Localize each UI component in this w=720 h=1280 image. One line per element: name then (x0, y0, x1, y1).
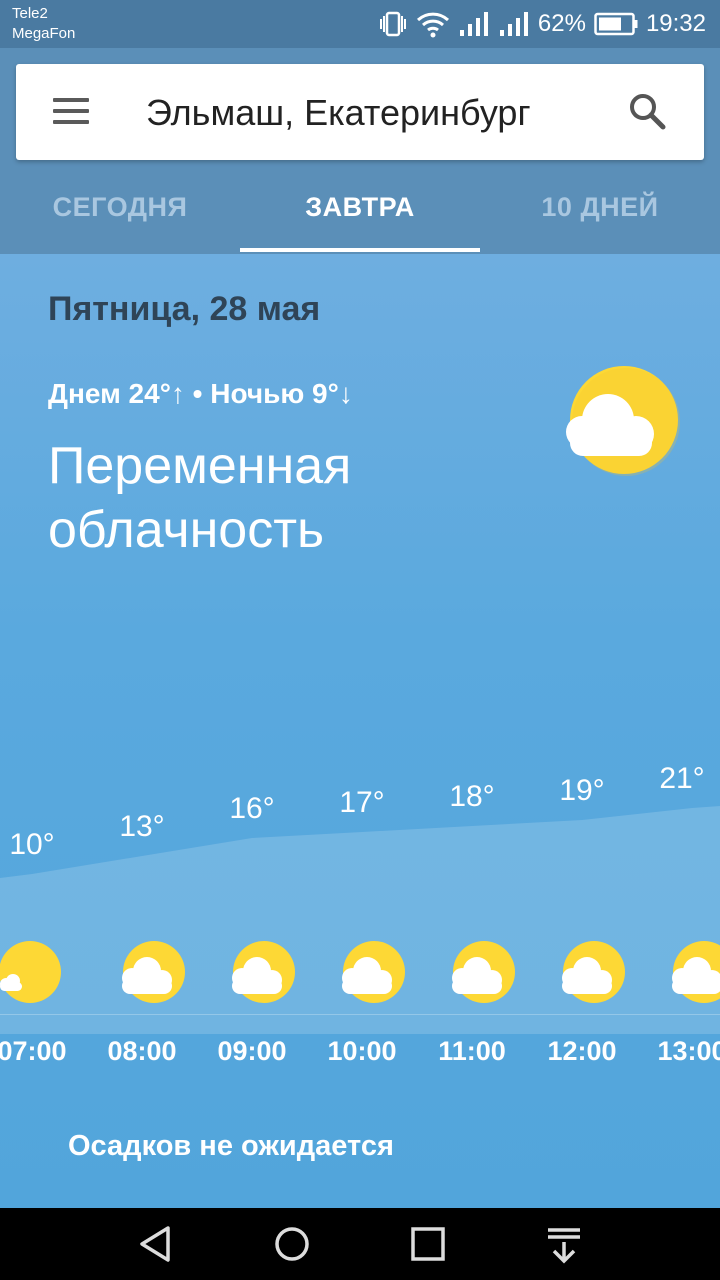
hour-time[interactable]: 10:00 (302, 1036, 422, 1067)
partly-cloudy-icon (668, 938, 720, 1011)
partly-cloudy-icon (228, 938, 296, 1011)
location-title[interactable]: Эльмаш, Екатеринбург (146, 92, 531, 134)
hour-time[interactable]: 07:00 (0, 1036, 92, 1067)
forecast-date: Пятница, 28 мая (48, 290, 321, 328)
carrier-info: Tele2 MegaFon (12, 4, 75, 44)
wifi-icon (416, 10, 450, 38)
vibrate-icon (378, 10, 408, 38)
status-bar: Tele2 MegaFon 62% 19:32 (0, 0, 720, 48)
recents-icon (411, 1227, 445, 1261)
day-tabs: СЕГОДНЯ ЗАВТРА 10 ДНЕЙ (0, 178, 720, 254)
hour-temp-label: 16° (229, 792, 274, 825)
search-card[interactable]: Эльмаш, Екатеринбург (16, 64, 704, 160)
recents-button[interactable] (408, 1224, 448, 1264)
signal-icon-2 (498, 10, 530, 38)
partly-cloudy-icon (338, 938, 406, 1011)
hour-temp-label: 13° (119, 810, 164, 843)
hour-time[interactable]: 11:00 (412, 1036, 532, 1067)
hour-time[interactable]: 08:00 (82, 1036, 202, 1067)
pull-down-icon (548, 1228, 580, 1264)
carrier-1: Tele2 (12, 5, 48, 22)
weather-condition: Переменная облачность (48, 437, 352, 559)
hour-temp-label: 10° (9, 828, 54, 861)
precipitation-note: Осадков не ожидается (68, 1130, 394, 1162)
hour-temp-label: 17° (339, 786, 384, 819)
back-icon (140, 1226, 170, 1262)
hourly-forecast[interactable]: 07:00 08:00 09:00 10:00 11:00 12:00 13:00 (0, 930, 720, 1090)
hour-temp-label: 19° (559, 774, 604, 807)
sun-icon (0, 938, 64, 1011)
hi-lo-temps: Днем 24°↑ • Ночью 9°↓ (48, 378, 353, 409)
partly-cloudy-icon (562, 364, 682, 489)
hour-time[interactable]: 09:00 (192, 1036, 312, 1067)
search-icon (630, 94, 666, 130)
carrier-2: MegaFon (12, 25, 76, 42)
signal-icon-1 (458, 10, 490, 38)
menu-button[interactable] (52, 94, 92, 130)
active-tab-indicator (240, 248, 480, 252)
menu-icon-bar (53, 109, 89, 113)
battery-icon (594, 12, 638, 36)
hour-time[interactable]: 12:00 (522, 1036, 642, 1067)
back-button[interactable] (136, 1224, 176, 1264)
forecast-panel: Пятница, 28 мая Днем 24°↑ • Ночью 9°↓ Пе… (0, 254, 720, 1208)
partly-cloudy-icon (448, 938, 516, 1011)
app-bar: Эльмаш, Екатеринбург СЕГОДНЯ ЗАВТРА 10 Д… (0, 48, 720, 254)
menu-icon (53, 98, 89, 102)
search-button[interactable] (628, 92, 668, 132)
tab-tomorrow[interactable]: ЗАВТРА (240, 178, 480, 254)
notifications-pull-button[interactable] (544, 1224, 584, 1264)
hour-time[interactable]: 13:00 (632, 1036, 720, 1067)
hourly-divider (0, 1014, 720, 1015)
hour-temp-label: 18° (449, 780, 494, 813)
clock: 19:32 (645, 10, 706, 37)
hour-temp-label: 21° (659, 762, 704, 795)
menu-icon-bar (53, 120, 89, 124)
tab-today[interactable]: СЕГОДНЯ (0, 178, 240, 254)
status-icons: 62% 19:32 (378, 8, 706, 40)
partly-cloudy-icon (118, 938, 186, 1011)
navigation-bar (0, 1208, 720, 1280)
home-icon (275, 1227, 309, 1261)
partly-cloudy-icon (558, 938, 626, 1011)
battery-percent: 62% (537, 10, 586, 37)
home-button[interactable] (272, 1224, 312, 1264)
tab-10-days[interactable]: 10 ДНЕЙ (480, 178, 720, 254)
